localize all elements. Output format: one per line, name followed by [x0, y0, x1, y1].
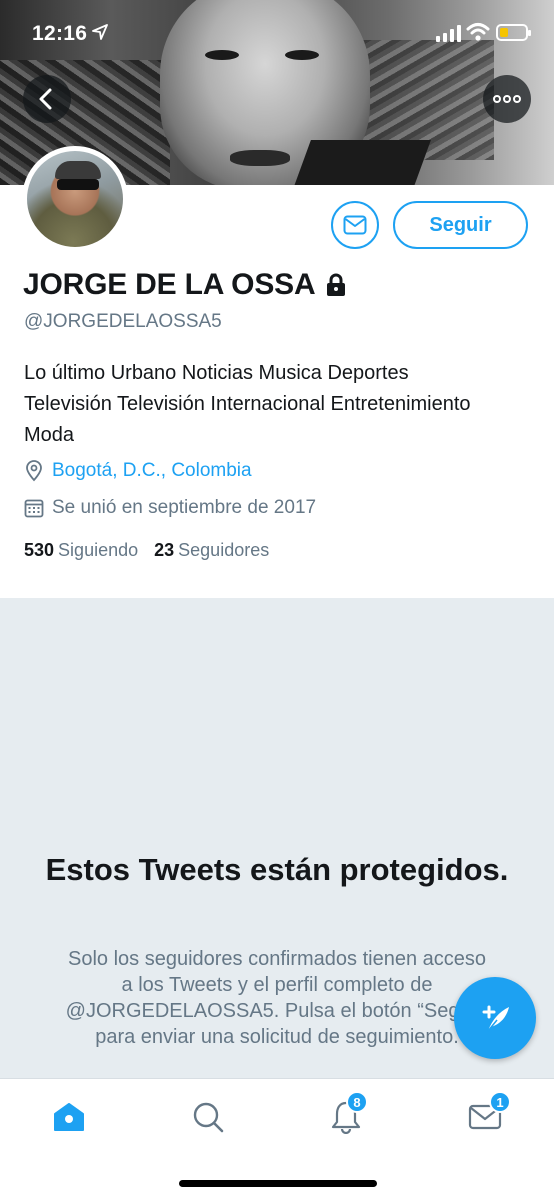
wifi-icon	[466, 22, 490, 47]
following-label: Siguiendo	[58, 540, 139, 560]
profile-joined-row: Se unió en septiembre de 2017	[24, 497, 316, 519]
more-options-button[interactable]	[483, 75, 531, 123]
profile-location[interactable]: Bogotá, D.C., Colombia	[52, 460, 252, 482]
mail-icon	[343, 215, 367, 235]
ellipsis-icon	[493, 95, 521, 103]
banner-mouth	[230, 150, 290, 166]
search-icon	[193, 1102, 224, 1133]
followers-link[interactable]: 23 Seguidores	[154, 540, 269, 561]
follow-button[interactable]: Seguir	[393, 201, 528, 249]
back-button[interactable]	[23, 75, 71, 123]
cellular-signal-icon	[436, 25, 461, 42]
protected-title: Estos Tweets están protegidos.	[45, 852, 509, 887]
tab-notifications[interactable]: 8	[326, 1091, 368, 1137]
profile-name: JORGE DE LA OSSA	[23, 268, 316, 301]
avatar-cap	[55, 161, 101, 179]
map-pin-icon	[26, 460, 42, 482]
profile-handle: @JORGEDELAOSSA5	[24, 311, 222, 332]
avatar-glasses	[57, 179, 99, 190]
direct-message-button[interactable]	[331, 201, 379, 249]
profile-bio: Lo último Urbano Noticias Musica Deporte…	[24, 362, 471, 446]
protected-body: Solo los seguidores confirmados tienen a…	[65, 948, 489, 1048]
home-indicator[interactable]	[179, 1180, 377, 1187]
status-bar: 12:16	[0, 0, 554, 66]
tab-home[interactable]	[49, 1097, 89, 1137]
followers-label: Seguidores	[178, 540, 270, 560]
location-arrow-icon	[92, 24, 108, 45]
messages-badge: 1	[489, 1091, 511, 1113]
tab-messages[interactable]: 1	[465, 1091, 511, 1137]
home-icon	[54, 1103, 84, 1131]
notifications-badge: 8	[346, 1091, 368, 1113]
calendar-icon	[24, 499, 44, 518]
chevron-left-icon	[39, 88, 52, 110]
profile-joined: Se unió en septiembre de 2017	[52, 497, 317, 518]
profile-location-row: Bogotá, D.C., Colombia	[24, 460, 252, 482]
following-link[interactable]: 530 Siguiendo	[24, 540, 138, 561]
avatar[interactable]	[22, 146, 128, 252]
status-time: 12:16	[32, 22, 88, 45]
battery-icon	[496, 24, 531, 41]
compose-feather-icon	[482, 1005, 509, 1032]
followers-count: 23	[154, 540, 175, 560]
following-count: 530	[24, 540, 55, 560]
profile-counts: 530 Siguiendo 23 Seguidores	[24, 540, 269, 561]
tab-search[interactable]	[188, 1097, 228, 1137]
lock-icon	[327, 273, 346, 296]
profile-name-row: JORGE DE LA OSSA	[23, 268, 347, 302]
compose-tweet-button[interactable]	[454, 977, 536, 1059]
banner-shirt	[289, 140, 431, 185]
